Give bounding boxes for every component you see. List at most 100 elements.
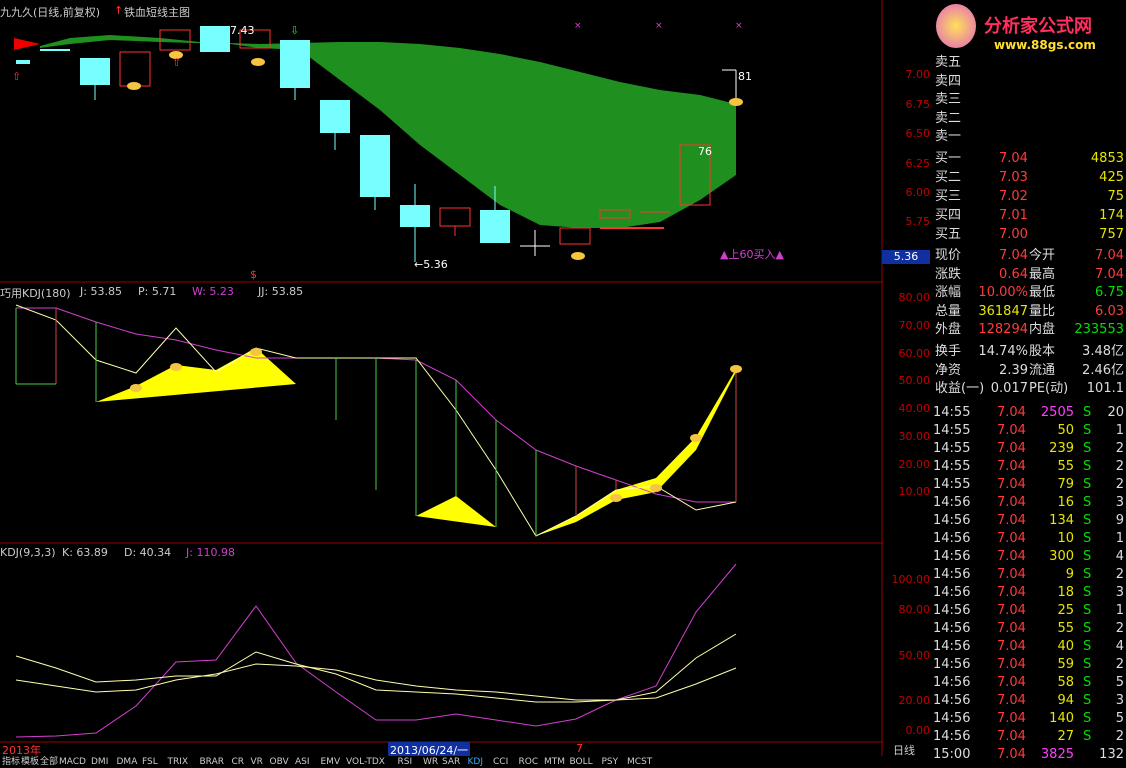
quote-row-cell: 14.74% (978, 344, 1028, 359)
svg-text:×: × (655, 21, 663, 31)
tick-row-cell: 14:55 (933, 441, 971, 456)
tick-row-cell: 2 (1115, 441, 1124, 456)
kdj180-jj: JJ: 53.85 (258, 285, 304, 298)
quote-row-cell: 361847 (978, 303, 1028, 319)
tick-row-cell: 14:56 (933, 603, 971, 618)
quote-row-cell: 今开 (1029, 248, 1056, 263)
tick-row-cell: S (1083, 513, 1092, 528)
tab-brar[interactable]: BRAR (200, 756, 224, 768)
bid-row: 买三 7.02 75 (933, 188, 1126, 206)
tick-row-cell: S (1083, 549, 1092, 564)
chart-area[interactable]: × × × 九九久(日线,前复权) ↑ 铁血短线主图 7.43 ←5.36 81… (0, 0, 930, 768)
tick-row-cell: 14:56 (933, 711, 971, 726)
tab-psy[interactable]: PSY (602, 756, 619, 768)
kdj180-w: W: 5.23 (192, 285, 234, 298)
quote-row-cell: 7.04 (1095, 248, 1124, 263)
kdj180-axis-label: 20.00 (898, 458, 931, 471)
tick-row-cell: 20 (1107, 405, 1124, 420)
bid-row-cell: 4853 (1090, 151, 1124, 166)
kdj180-title: 巧用KDJ(180) (0, 287, 71, 300)
bid-row-cell: 75 (1107, 189, 1124, 204)
tick-row-cell: 15:00 (933, 747, 971, 762)
tick-row-cell: 27 (1057, 729, 1074, 744)
tab-cci[interactable]: CCI (493, 756, 508, 768)
tick-row-cell: 7.04 (997, 675, 1026, 690)
bid-row: 买二 7.03 425 (933, 169, 1126, 187)
tick-row-cell: 3 (1115, 495, 1124, 510)
tick-row-cell: 7.04 (997, 729, 1026, 744)
formula-name: 铁血短线主图 (124, 6, 190, 19)
tab-wr[interactable]: WR (423, 756, 438, 768)
tab-trix[interactable]: TRIX (168, 756, 189, 768)
tab-fsl[interactable]: FSL (142, 756, 158, 768)
ask-row: 卖三 (933, 91, 1126, 109)
tab-cr[interactable]: CR (232, 756, 245, 768)
period-label[interactable]: 日线 (893, 742, 915, 758)
tab-dmi[interactable]: DMI (91, 756, 108, 768)
down-arrow-icon: ⇩ (290, 24, 300, 37)
bid-row-cell: 7.00 (999, 227, 1028, 242)
kdj180-axis-label: 80.00 (898, 291, 931, 304)
tab-rsi[interactable]: RSI (398, 756, 413, 768)
tick-row-cell: 79 (1057, 477, 1074, 492)
tick-row-cell: S (1083, 621, 1092, 636)
tick-row-cell: 14:56 (933, 729, 971, 744)
tab-vol-tdx[interactable]: VOL-TDX (346, 756, 385, 768)
tick-row-cell: 9 (1115, 513, 1124, 528)
tab-dma[interactable]: DMA (117, 756, 138, 768)
tick-row-cell: S (1083, 675, 1092, 690)
tab-指标[interactable]: 指标 (2, 756, 20, 768)
quote-row-cell: 6.75 (1095, 285, 1124, 300)
tick-row-cell: 2 (1115, 477, 1124, 492)
tab-macd[interactable]: MACD (59, 756, 86, 768)
up-arrow-icon: ⇧ (172, 56, 182, 69)
tick-row: 14:56 7.04 40 S 4 (933, 638, 1126, 656)
tick-row-cell: S (1083, 693, 1092, 708)
tick-row-cell: 134 (1049, 513, 1074, 528)
tick-row-cell: 7.04 (997, 657, 1026, 672)
tick-row-cell: 7.04 (997, 459, 1026, 474)
bid-row-cell: 买四 (935, 208, 962, 223)
tick-row: 14:56 7.04 10 S 1 (933, 530, 1126, 548)
tick-row-cell: S (1083, 477, 1092, 492)
tick-row-cell: 58 (1057, 675, 1074, 690)
tab-全部[interactable]: 全部 (40, 756, 58, 768)
kdj-axis-label: 50.00 (898, 649, 931, 662)
tab-asi[interactable]: ASI (295, 756, 310, 768)
kdj180-axis-label: 30.00 (898, 430, 931, 443)
price-axis-label: 6.50 (905, 127, 931, 140)
quote-row-cell: 最低 (1029, 285, 1056, 300)
tab-模板[interactable]: 模板 (21, 756, 39, 768)
tab-boll[interactable]: BOLL (570, 756, 593, 768)
tick-row-cell: 7.04 (997, 639, 1026, 654)
tab-emv[interactable]: EMV (321, 756, 341, 768)
quote-row-cell: 101.1 (1086, 381, 1124, 396)
tick-row-cell: 4 (1115, 639, 1124, 654)
quote-row-cell: 外盘 (935, 322, 962, 337)
tab-vr[interactable]: VR (251, 756, 263, 768)
tick-row-cell: S (1083, 441, 1092, 456)
tick-row: 14:56 7.04 16 S 3 (933, 494, 1126, 512)
tick-row-cell: 7.04 (997, 585, 1026, 600)
tick-row-cell: 7.04 (997, 621, 1026, 636)
tab-obv[interactable]: OBV (270, 756, 289, 768)
tick-row-cell: 7.04 (997, 423, 1026, 438)
chart-canvas[interactable]: × × × (0, 0, 883, 768)
green-band (40, 35, 736, 228)
tick-row-cell: 94 (1057, 693, 1074, 708)
tick-row: 14:56 7.04 25 S 1 (933, 602, 1126, 620)
tab-roc[interactable]: ROC (519, 756, 539, 768)
tick-row-cell: 7.04 (997, 711, 1026, 726)
ask-row-cell: 卖一 (935, 129, 962, 144)
tab-mcst[interactable]: MCST (627, 756, 652, 768)
tab-sar[interactable]: SAR (442, 756, 460, 768)
price-axis-label: 6.25 (905, 157, 931, 170)
tab-kdj[interactable]: KDJ (468, 756, 484, 768)
tick-row-cell: 7.04 (997, 405, 1026, 420)
quote-row: 净资 2.39 流通 2.46亿 (933, 362, 1126, 380)
bid-row-cell: 买五 (935, 227, 962, 242)
indicator-tabs: 指标 模板 全部 MACD DMI DMA FSL TRIX BRAR CR VR OBV ASI EMV… (0, 756, 883, 768)
high-price-label: 7.43 (230, 24, 255, 37)
ask-row-cell: 卖五 (935, 55, 962, 70)
tab-mtm[interactable]: MTM (544, 756, 565, 768)
